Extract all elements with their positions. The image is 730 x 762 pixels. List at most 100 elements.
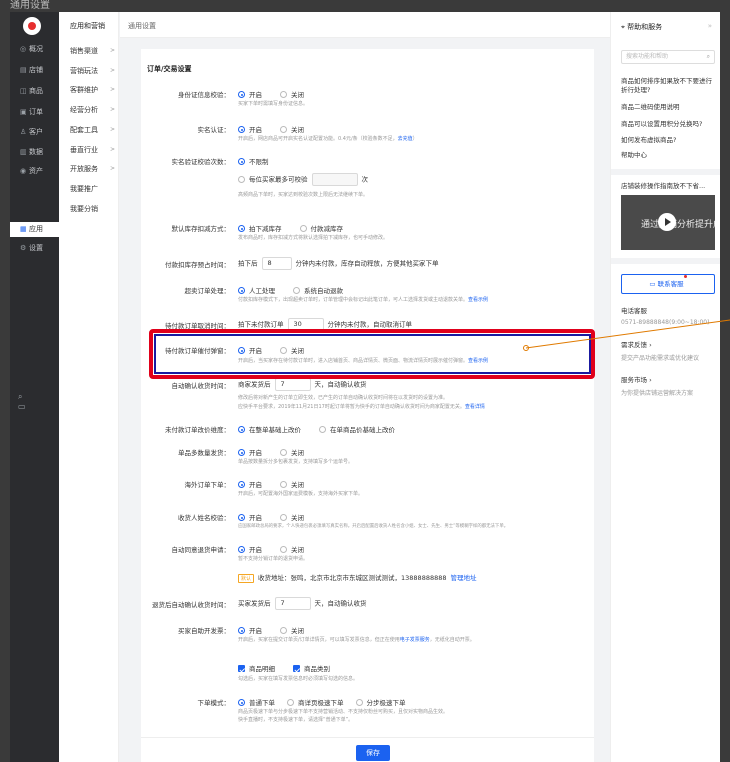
setting-hint: 暂不支持分销订单的退货申请。 — [238, 556, 309, 562]
radio-off[interactable]: 系统自动退款 — [293, 287, 343, 295]
radio-off[interactable]: 付款减库存 — [299, 225, 343, 233]
recharge-link[interactable]: 去充值 — [398, 136, 413, 142]
radio-normal[interactable]: 普通下单 — [238, 699, 275, 707]
radio-step-fast[interactable]: 分步极速下单 — [355, 699, 406, 707]
app-frame: ◎ 概况 ▤ 店铺 ◫ 商品 ▣ 订单 ♙ 客户 ▥ 数据 ◉ 资产 ▦ 应用 ⚙ 设置 ⌕ ▭ … — [10, 12, 720, 762]
nav-item-settings[interactable]: ⚙ 设置 — [10, 241, 59, 256]
radio-on[interactable]: 开启 — [238, 481, 262, 489]
menu-promote[interactable]: 我要推广 — [70, 182, 115, 196]
radio-unlimited[interactable]: 不限制 — [238, 156, 269, 166]
setting-hint: 付款扣库存模式下，出现超卖订单时，订单管理中会标记出此笔订单，可人工选择发货或主… — [238, 297, 489, 303]
invoice-checkboxes: 商品明细 商品类别 — [238, 663, 348, 673]
manage-address-link[interactable]: 管理地址 — [451, 574, 477, 582]
radio-on[interactable]: 人工处理 — [238, 287, 275, 295]
radio-max-count[interactable]: 每位买家最多可校验次 — [238, 173, 368, 186]
nav-item-assets[interactable]: ◉ 资产 — [10, 164, 59, 179]
radio-off[interactable]: 关闭 — [280, 627, 304, 635]
apps-icon: ▦ — [20, 225, 27, 233]
confirm-days-input[interactable]: 7 — [274, 378, 311, 391]
faq-item[interactable]: 商品如何排序如果放不下要进行折行处理? — [621, 77, 715, 95]
menu-label: 客群维护 — [70, 86, 98, 94]
collapse-icon[interactable]: » — [708, 22, 712, 30]
nav-label: 设置 — [29, 244, 43, 252]
nav-item-products[interactable]: ◫ 商品 — [10, 84, 59, 99]
section-title: 订单/交易设置 — [147, 65, 192, 73]
menu-distribution[interactable]: 我要分销 — [70, 202, 115, 216]
nav-item-apps[interactable]: ▦ 应用 — [10, 222, 59, 237]
menu-marketing[interactable]: 营销玩法 > — [70, 64, 115, 78]
nav-label: 订单 — [29, 108, 43, 116]
menu-analysis[interactable]: 经营分析 > — [70, 103, 115, 117]
primary-sidebar: ◎ 概况 ▤ 店铺 ◫ 商品 ▣ 订单 ♙ 客户 ▥ 数据 ◉ 资产 ▦ 应用 ⚙ 设置 ⌕ ▭ — [10, 12, 59, 762]
radio-off[interactable]: 关闭 — [280, 514, 304, 522]
radio-off[interactable]: 在单商品价基础上改价 — [319, 426, 395, 434]
radio-off[interactable]: 关闭 — [280, 546, 304, 554]
menu-label: 垂直行业 — [70, 146, 98, 154]
menu-vertical[interactable]: 垂直行业 > — [70, 143, 115, 157]
radio-on[interactable]: 开启 — [238, 91, 262, 99]
service-market-sub: 为你提供店铺运营解决方案 — [621, 390, 694, 397]
menu-open-services[interactable]: 开放服务 > — [70, 162, 115, 176]
video-thumbnail[interactable]: 通过店铺分析提升成交 — [621, 195, 715, 250]
refund-days-input[interactable]: 7 — [274, 597, 311, 610]
feedback-link[interactable]: 需求反馈 › — [621, 341, 715, 350]
radio-group: 普通下单 商详页极速下单 分步极速下单 — [238, 697, 424, 707]
save-button[interactable]: 保存 — [356, 745, 390, 761]
setting-label: 单品多数量发货： — [178, 449, 230, 457]
pay-deduct-control: 拍下后 8 分钟内未付款，库存自动释放，方便其他买家下单 — [238, 257, 439, 270]
radio-fast[interactable]: 商详页极速下单 — [287, 699, 344, 707]
radio-on[interactable]: 开启 — [238, 627, 262, 635]
minutes-stepper[interactable]: 8 — [261, 257, 292, 270]
menu-customer-groups[interactable]: 客群维护 > — [70, 83, 115, 97]
view-example-link[interactable]: 查看示例 — [468, 297, 488, 303]
count-input[interactable] — [311, 173, 358, 186]
radio-on[interactable]: 开启 — [238, 449, 262, 457]
faq-item[interactable]: 如何发布虚拟商品? — [621, 136, 715, 145]
radio-on[interactable]: 拍下减库存 — [238, 225, 282, 233]
search-icon: ⌕ — [706, 53, 710, 60]
faq-item[interactable]: 商品可以设置用积分兑换吗? — [621, 120, 715, 129]
products-icon: ◫ — [20, 87, 27, 95]
service-market-link[interactable]: 服务市场 › — [621, 376, 715, 385]
chevron-right-icon: > — [109, 106, 115, 113]
radio-off[interactable]: 关闭 — [280, 481, 304, 489]
radio-off[interactable]: 关闭 — [280, 91, 304, 99]
menu-tools[interactable]: 配套工具 > — [70, 123, 115, 137]
checkbox-item-detail[interactable]: 商品明细 — [238, 665, 275, 673]
breadcrumb: 通用设置 — [128, 22, 156, 30]
faq-item[interactable]: 商品二维码使用说明 — [621, 103, 715, 112]
phone-label: 电话客服 — [621, 307, 647, 315]
play-icon[interactable] — [658, 213, 676, 231]
checkbox-item-category[interactable]: 商品类别 — [293, 665, 330, 673]
radio-on[interactable]: 开启 — [238, 514, 262, 522]
menu-sales-channel[interactable]: 销售渠道 > — [70, 44, 115, 58]
nav-item-customers[interactable]: ♙ 客户 — [10, 125, 59, 140]
radio-group: 开启 关闭 — [238, 512, 322, 522]
help-search-input[interactable]: 搜索功能和帮助 ⌕ — [621, 50, 715, 64]
help-center-link[interactable]: 帮助中心 — [621, 151, 715, 160]
radio-group: 开启 关闭 — [238, 479, 322, 489]
secondary-sidebar-title: 应用和营销 — [70, 22, 105, 30]
setting-label: 实名认证： — [197, 126, 231, 134]
view-details-link[interactable]: 查看详情 — [465, 404, 485, 410]
radio-off[interactable]: 关闭 — [280, 449, 304, 457]
nav-item-overview[interactable]: ◎ 概况 — [10, 42, 59, 57]
nav-label: 概况 — [29, 45, 43, 53]
nav-item-orders[interactable]: ▣ 订单 — [10, 105, 59, 120]
e-invoice-link[interactable]: 电子发票服务 — [400, 637, 430, 643]
radio-on[interactable]: 在整单基础上改价 — [238, 426, 301, 434]
setting-label: 默认库存扣减方式： — [171, 225, 231, 233]
contact-support-button[interactable]: ▭ 联系客服 — [621, 274, 715, 294]
setting-hint: 单品按数量拆分多包裹发货，支持填写多个运单号。 — [238, 459, 354, 465]
chevron-right-icon: > — [109, 47, 115, 54]
radio-on[interactable]: 开启 — [238, 126, 262, 134]
divider — [611, 169, 720, 175]
settings-panel: 订单/交易设置 身份证信息校验： 开启 关闭 买家下单时需填写身份证信息。 实名认… — [141, 49, 594, 762]
bottom-tool-icons[interactable]: ⌕ ▭ — [18, 392, 59, 411]
nav-item-store[interactable]: ▤ 店铺 — [10, 63, 59, 78]
save-bar: 保存 — [141, 737, 594, 762]
radio-on[interactable]: 开启 — [238, 546, 262, 554]
setting-label: 退货后自动确认收货时间： — [152, 601, 230, 609]
radio-off[interactable]: 关闭 — [280, 126, 304, 134]
nav-item-data[interactable]: ▥ 数据 — [10, 145, 59, 160]
